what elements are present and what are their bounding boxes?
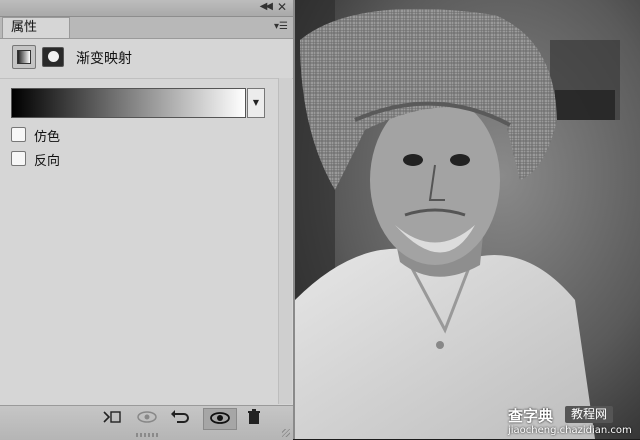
dither-label: 仿色 — [34, 130, 61, 145]
clip-to-layer-button[interactable] — [98, 408, 126, 430]
portrait-image — [295, 0, 640, 439]
properties-panel: ◀◀ ✕ 属性 ▾☰ 渐变映射 ▼ 仿色 反向 — [0, 0, 295, 440]
eye-arrow-icon — [137, 411, 157, 423]
scrollbar[interactable] — [278, 78, 292, 404]
delete-button[interactable] — [240, 408, 268, 430]
reset-button[interactable] — [166, 408, 194, 430]
resize-grip[interactable] — [282, 429, 290, 437]
canvas-photo — [295, 0, 640, 439]
panel-title-bar[interactable]: ◀◀ ✕ — [0, 0, 293, 17]
watermark-url: jiaocheng.chazidian.com — [508, 425, 632, 436]
gradient-row: ▼ — [11, 88, 265, 118]
close-icon[interactable]: ✕ — [277, 0, 287, 14]
visibility-button[interactable] — [203, 408, 237, 430]
panel-grip[interactable] — [136, 433, 158, 437]
watermark-tag: 教程网 — [565, 406, 614, 423]
view-previous-button[interactable] — [133, 408, 161, 430]
dither-option[interactable]: 仿色 — [11, 126, 131, 145]
tab-strip: 属性 ▾☰ — [0, 17, 293, 39]
layer-mask-icon[interactable] — [42, 47, 64, 67]
divider — [0, 78, 293, 79]
panel-toolbar — [0, 405, 293, 440]
gradient-map-icon[interactable] — [12, 45, 36, 69]
reverse-checkbox[interactable] — [11, 151, 26, 166]
tab-properties[interactable]: 属性 — [2, 17, 70, 38]
panel-menu-icon[interactable]: ▾☰ — [274, 21, 288, 32]
collapse-icon[interactable]: ◀◀ — [260, 1, 273, 12]
clip-icon — [103, 411, 121, 423]
chevron-down-icon[interactable]: ▼ — [247, 88, 265, 118]
eye-icon — [210, 412, 230, 424]
trash-icon — [248, 409, 260, 424]
gradient-picker[interactable] — [11, 88, 246, 118]
panel-title: 渐变映射 — [76, 51, 132, 67]
dither-checkbox[interactable] — [11, 127, 26, 142]
adjustment-header: 渐变映射 — [0, 40, 293, 76]
reverse-label: 反向 — [34, 154, 61, 169]
reverse-option[interactable]: 反向 — [11, 150, 131, 169]
undo-icon — [171, 410, 189, 423]
watermark-main: 查字典 — [508, 407, 554, 425]
watermark: 查字典 教程网 jiaocheng.chazidian.com — [508, 405, 636, 437]
